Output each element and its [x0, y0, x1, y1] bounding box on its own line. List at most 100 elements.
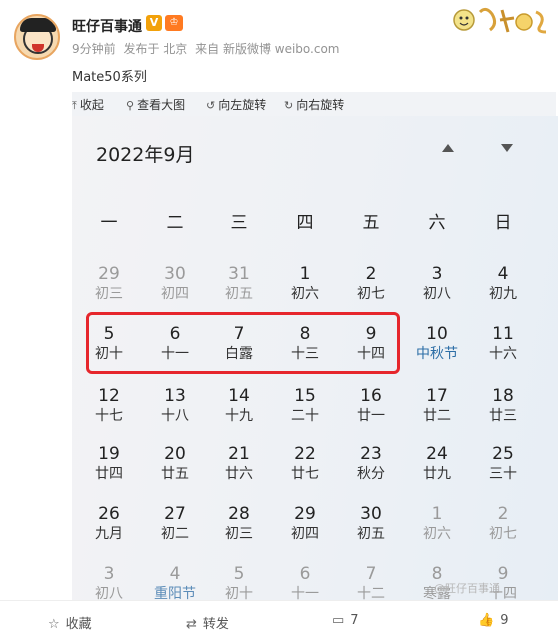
calendar-day-cell[interactable]: 4 初九 — [470, 256, 536, 314]
lunar-date: 初六 — [291, 286, 319, 302]
calendar-day-cell[interactable]: 31 初五 — [206, 256, 272, 314]
calendar-day-cell[interactable]: 1 初六 — [272, 256, 338, 314]
calendar-day-cell[interactable]: 28 初三 — [206, 496, 272, 554]
calendar-day-cell[interactable]: 1 初六 — [404, 496, 470, 554]
author-name[interactable]: 旺仔百事通 — [72, 16, 142, 36]
day-number: 7 — [365, 564, 377, 584]
view-large-label: 查看大图 — [137, 98, 186, 112]
highlight-box — [86, 312, 400, 374]
like-button[interactable]: 👍 9 — [478, 613, 508, 628]
collapse-button[interactable]: ⤒ 收起 — [72, 96, 104, 113]
day-number: 29 — [294, 504, 316, 524]
day-number: 4 — [497, 264, 509, 284]
comment-button[interactable]: ▭ 7 — [332, 613, 359, 628]
calendar-day-cell[interactable]: 6 十一 — [272, 556, 338, 600]
day-number: 6 — [299, 564, 311, 584]
calendar-month-title: 2022年9月 — [96, 144, 195, 166]
day-number: 24 — [426, 444, 448, 464]
lunar-date: 十二 — [357, 586, 385, 600]
lunar-date: 初八 — [95, 586, 123, 600]
lunar-date: 廿五 — [161, 466, 189, 482]
calendar-day-cell[interactable]: 19 廿四 — [76, 436, 142, 494]
calendar-image[interactable]: 2022年9月 一二三四五六日 29 初三 30 初四 31 初五 1 初六 2 初七 3 初八 4 初九… — [72, 116, 558, 600]
calendar-day-cell[interactable]: 2 初七 — [470, 496, 536, 554]
calendar-day-cell[interactable]: 10 中秋节 — [404, 316, 470, 374]
calendar-day-cell[interactable]: 20 廿五 — [142, 436, 208, 494]
calendar-day-cell[interactable]: 5 初十 — [206, 556, 272, 600]
calendar-day-cell[interactable]: 30 初五 — [338, 496, 404, 554]
day-number: 28 — [228, 504, 250, 524]
lunar-date: 廿九 — [423, 466, 451, 482]
calendar-day-cell[interactable]: 24 廿九 — [404, 436, 470, 494]
calendar-day-cell[interactable]: 17 廿二 — [404, 378, 470, 436]
day-number: 2 — [365, 264, 377, 284]
weekday-header: 三 — [230, 213, 248, 233]
lunar-date: 初十 — [225, 586, 253, 600]
verified-badge: V — [146, 15, 162, 31]
calendar-day-cell[interactable]: 25 三十 — [470, 436, 536, 494]
calendar-day-cell[interactable]: 3 初八 — [76, 556, 142, 600]
previous-month-icon[interactable] — [442, 144, 454, 152]
avatar[interactable] — [14, 14, 60, 60]
favorite-button[interactable]: ☆ 收藏 — [48, 613, 92, 632]
lunar-date: 十九 — [225, 408, 253, 424]
lunar-date: 廿七 — [291, 466, 319, 482]
calendar-day-cell[interactable]: 21 廿六 — [206, 436, 272, 494]
rotate-right-button[interactable]: ↻ 向右旋转 — [284, 96, 344, 113]
day-number: 14 — [228, 386, 250, 406]
lunar-date: 初三 — [95, 286, 123, 302]
day-number: 1 — [299, 264, 311, 284]
day-number: 13 — [164, 386, 186, 406]
calendar-day-cell[interactable]: 4 重阳节 — [142, 556, 208, 600]
day-number: 27 — [164, 504, 186, 524]
lunar-date: 初五 — [225, 286, 253, 302]
calendar-day-cell[interactable]: 29 初三 — [76, 256, 142, 314]
lunar-date: 初四 — [291, 526, 319, 542]
collapse-label: 收起 — [79, 98, 104, 112]
lunar-date: 九月 — [95, 526, 123, 542]
day-number: 11 — [492, 324, 514, 344]
vip-badge: ♔ — [165, 15, 183, 31]
calendar-day-cell[interactable]: 7 十二 — [338, 556, 404, 600]
day-number: 16 — [360, 386, 382, 406]
calendar-day-cell[interactable]: 15 二十 — [272, 378, 338, 436]
calendar-day-cell[interactable]: 11 十六 — [470, 316, 536, 374]
post-time[interactable]: 9分钟前 — [72, 42, 116, 56]
weekday-header: 五 — [362, 213, 380, 233]
calendar-day-cell[interactable]: 12 十七 — [76, 378, 142, 436]
weekday-header: 六 — [428, 213, 446, 233]
calendar-day-cell[interactable]: 3 初八 — [404, 256, 470, 314]
lunar-date: 初六 — [423, 526, 451, 542]
weekday-header: 日 — [494, 213, 512, 233]
calendar-day-cell[interactable]: 2 初七 — [338, 256, 404, 314]
day-number: 19 — [98, 444, 120, 464]
day-number: 25 — [492, 444, 514, 464]
calendar-day-cell[interactable]: 29 初四 — [272, 496, 338, 554]
calendar-day-cell[interactable]: 18 廿三 — [470, 378, 536, 436]
day-number: 22 — [294, 444, 316, 464]
rotate-right-icon: ↻ — [284, 99, 294, 112]
calendar-day-cell[interactable]: 14 十九 — [206, 378, 272, 436]
decorative-sticker-icon — [452, 2, 552, 40]
calendar-day-cell[interactable]: 30 初四 — [142, 256, 208, 314]
weekday-header: 一 — [100, 213, 118, 233]
lunar-date: 十一 — [291, 586, 319, 600]
calendar-day-cell[interactable]: 22 廿七 — [272, 436, 338, 494]
calendar-day-cell[interactable]: 26 九月 — [76, 496, 142, 554]
day-number: 18 — [492, 386, 514, 406]
day-number: 26 — [98, 504, 120, 524]
calendar-day-cell[interactable]: 16 廿一 — [338, 378, 404, 436]
rotate-left-button[interactable]: ↺ 向左旋转 — [206, 96, 266, 113]
day-number: 10 — [426, 324, 448, 344]
calendar-day-cell[interactable]: 23 秋分 — [338, 436, 404, 494]
lunar-date: 初五 — [357, 526, 385, 542]
calendar-day-cell[interactable]: 13 十八 — [142, 378, 208, 436]
repost-button[interactable]: ⇄ 转发 — [186, 613, 229, 632]
post-text: Mate50系列 — [72, 70, 147, 85]
post-footer: ☆ 收藏 ⇄ 转发 ▭ 7 👍 9 — [0, 600, 558, 640]
day-number: 4 — [169, 564, 181, 584]
comment-icon: ▭ — [332, 613, 345, 628]
view-large-button[interactable]: ⚲ 查看大图 — [126, 96, 185, 113]
calendar-day-cell[interactable]: 27 初二 — [142, 496, 208, 554]
next-month-icon[interactable] — [501, 144, 513, 152]
